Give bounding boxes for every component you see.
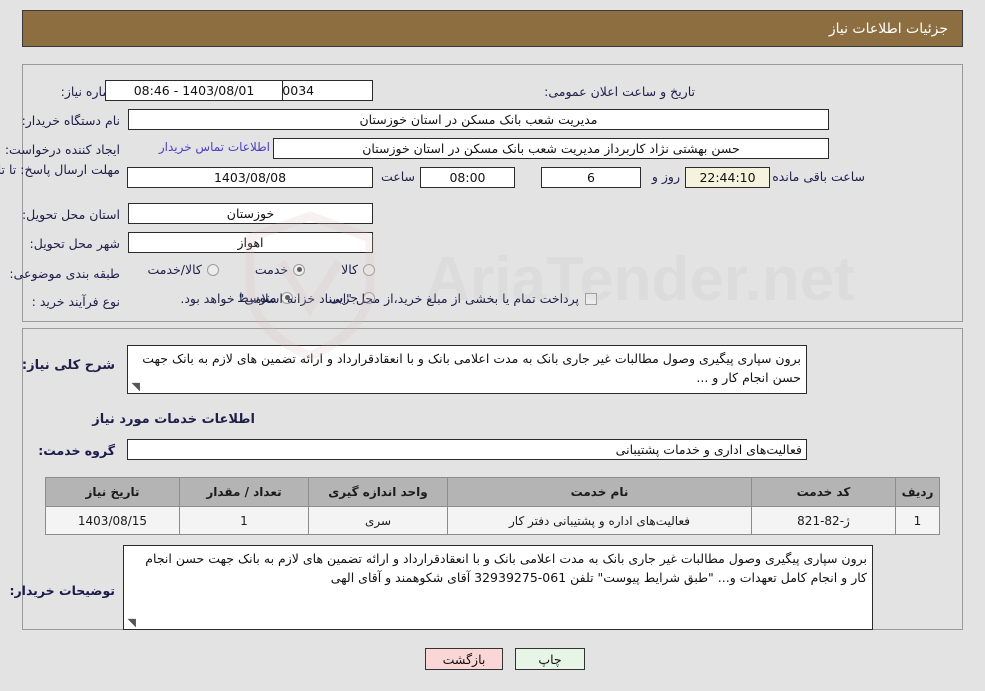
category-option-khedmat[interactable]: خدمت [254,262,306,277]
cell-service-code: ژ-82-821 [751,506,896,535]
buyer-contact-link[interactable]: اطلاعات تماس خریدار [159,140,270,154]
category-option-kala[interactable]: کالا [341,262,375,277]
process-label-row: نوع فرآیند خرید : [32,290,120,312]
request-creator-field: حسن بهشتی نژاد کاربرداز مدیریت شعب بانک … [273,138,829,159]
services-section-heading: اطلاعات خدمات مورد نیاز [92,412,255,427]
radio-icon[interactable] [206,263,219,276]
city-label-row: شهر محل تحویل: [30,232,120,254]
announce-datetime-label: تاریخ و ساعت اعلان عمومی: [544,83,695,99]
required-services-table: ردیف کد خدمت نام خدمت واحد اندازه گیری ت… [45,477,940,535]
delivery-province-label: استان محل تحویل: [21,206,120,222]
table-header-row: ردیف کد خدمت نام خدمت واحد اندازه گیری ت… [45,477,940,507]
buyer-contact-link-label: اطلاعات تماس خریدار [158,140,270,154]
category-label-row: طبقه بندی موضوعی: [9,262,120,284]
service-group-label: گروه خدمت: [38,443,115,458]
col-quantity: تعداد / مقدار [179,477,309,507]
remaining-time-field: 22:44:10 [685,167,770,188]
subject-category-label: طبقه بندی موضوعی: [9,265,120,281]
category-option-khedmat-label: خدمت [254,262,289,277]
service-group-field: فعالیت‌های اداری و خدمات پشتیبانی [127,439,807,460]
resize-grip-icon[interactable]: ◥ [126,617,136,628]
province-label-row: استان محل تحویل: [22,203,120,225]
delivery-province-field: خوزستان [128,203,373,224]
page-header-bar: جزئیات اطلاعات نیاز [22,10,963,47]
need-info-panel [22,64,963,322]
response-deadline-label: مهلت ارسال پاسخ: تا تاریخ: [0,162,120,177]
announce-datetime-field: 1403/08/01 - 08:46 [105,80,283,101]
deadline-hour-label: ساعت [380,169,415,184]
col-need-date: تاریخ نیاز [45,477,180,507]
deadline-hour-field: 08:00 [420,167,515,188]
col-radif: ردیف [895,477,940,507]
resize-grip-icon[interactable]: ◥ [130,381,140,392]
buyer-organization-field: مدیریت شعب بانک مسکن در استان خوزستان [128,109,829,130]
delivery-city-field: اهواز [128,232,373,253]
cell-quantity: 1 [179,506,309,535]
request-creator-label: ایجاد کننده درخواست: [4,141,120,157]
buyer-notes-text: برون سپاری پیگیری وصول مطالبات غیر جاری … [145,551,867,585]
delivery-city-label: شهر محل تحویل: [29,235,120,251]
cell-radif: 1 [895,506,940,535]
cell-unit: سری [308,506,448,535]
purchase-process-label: نوع فرآیند خرید : [31,293,120,309]
creator-label-row: ایجاد کننده درخواست: [5,138,120,160]
payment-note-group: پرداخت تمام یا بخشی از مبلغ خرید،از محل … [180,291,597,306]
days-and-label: روز و [651,169,680,184]
general-description-textarea[interactable]: برون سپاری پیگیری وصول مطالبات غیر جاری … [127,345,807,394]
general-description-text: برون سپاری پیگیری وصول مطالبات غیر جاری … [142,351,801,385]
table-row: 1 ژ-82-821 فعالیت‌های اداره و پشتیبانی د… [45,506,940,535]
radio-icon[interactable] [363,263,375,276]
deadline-date-field: 1403/08/08 [127,167,373,188]
col-service-code: کد خدمت [751,477,896,507]
remaining-time-suffix: ساعت باقی مانده [772,169,865,184]
buyer-notes-label: توضیحات خریدار: [9,583,115,598]
buyer-org-label-row: نام دستگاه خریدار: [22,109,120,131]
announce-label-row: تاریخ و ساعت اعلان عمومی: [544,80,695,102]
checkbox-icon[interactable] [585,292,597,305]
category-option-kala-khedmat-label: کالا/خدمت [147,262,202,277]
deadline-label-row: مهلت ارسال پاسخ: تا تاریخ: [0,162,120,177]
category-option-kala-label: کالا [341,262,358,277]
radio-icon[interactable] [293,263,306,276]
buyer-notes-textarea[interactable]: برون سپاری پیگیری وصول مطالبات غیر جاری … [123,545,873,630]
back-button[interactable]: بازگشت [425,648,503,670]
payment-note-label: پرداخت تمام یا بخشی از مبلغ خرید،از محل … [180,291,579,306]
cell-service-name: فعالیت‌های اداره و پشتیبانی دفتر کار [447,506,752,535]
page-title: جزئیات اطلاعات نیاز [828,20,948,37]
col-service-name: نام خدمت [447,477,752,507]
remaining-days-field: 6 [541,167,641,188]
cell-need-date: 1403/08/15 [45,506,180,535]
category-radio-group: کالا خدمت کالا/خدمت [147,262,375,277]
print-button[interactable]: چاپ [515,648,585,670]
category-option-kala-khedmat[interactable]: کالا/خدمت [147,262,219,277]
buyer-organization-label: نام دستگاه خریدار: [21,112,120,128]
general-description-label: شرح کلی نیاز: [21,358,115,373]
col-unit: واحد اندازه گیری [308,477,448,507]
